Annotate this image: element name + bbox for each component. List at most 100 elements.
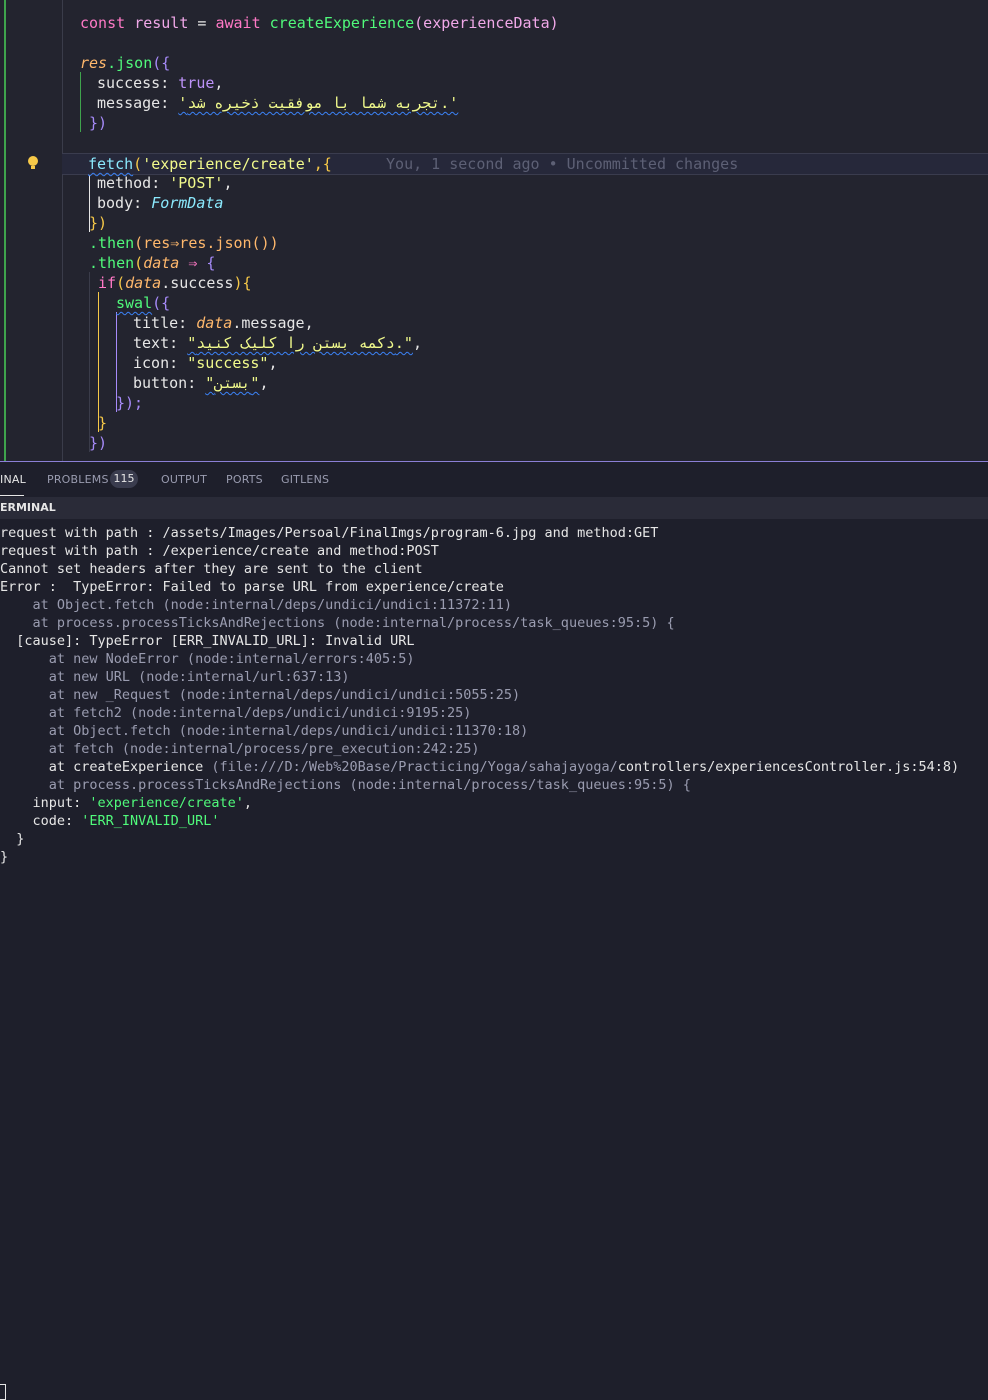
code-line: button: "بستن",	[133, 374, 269, 392]
code-line: text: "دکمه بستن را کلیک کنید.",	[133, 334, 422, 352]
code-line: if(data.success){	[98, 274, 252, 292]
lightbulb-icon[interactable]	[26, 155, 40, 171]
function-name: swal	[116, 294, 153, 312]
variable: res	[80, 54, 108, 72]
terminal-line: request with path : /assets/Images/Perso…	[0, 525, 659, 541]
code-line: const result = await createExperience(ex…	[80, 13, 559, 33]
string: 'experience/create'	[142, 155, 314, 173]
operator: =	[188, 14, 216, 32]
string-value: 'ERR_INVALID_URL'	[81, 813, 220, 829]
property-key: button	[133, 374, 188, 392]
code-editor[interactable]: const result = await createExperience(ex…	[0, 0, 988, 461]
code-line: })	[89, 113, 107, 133]
terminal-line: }	[0, 849, 9, 865]
terminal-line: at Object.fetch (node:internal/deps/undi…	[0, 597, 513, 613]
tab-output[interactable]: OUTPUT	[161, 473, 207, 486]
property-key: success	[97, 74, 161, 92]
file-path: (file:///D:/Web%20Base/Practicing/Yoga/s…	[211, 759, 618, 775]
property-key: message	[97, 94, 161, 112]
terminal-header: ERMINAL	[0, 497, 988, 519]
terminal-line: at new URL (node:internal/url:637:13)	[0, 669, 350, 685]
tab-ports[interactable]: PORTS	[226, 473, 263, 486]
code-line: }	[98, 413, 107, 433]
terminal-line: }	[0, 831, 25, 847]
string: 'POST'	[169, 174, 224, 192]
property-key: body	[97, 194, 134, 212]
terminal-line: request with path : /experience/create a…	[0, 543, 439, 559]
code-line: message: 'تجربه شما با موفقیت ذخیره شد.'	[97, 94, 459, 112]
property-key: code:	[0, 813, 82, 829]
callback: (res⇒res.json())	[134, 234, 279, 252]
terminal-line: Error : TypeError: Failed to parse URL f…	[0, 579, 504, 595]
terminal-line: at Object.fetch (node:internal/deps/undi…	[0, 723, 529, 739]
terminal-line: at createExperience (file:///D:/Web%20Ba…	[0, 758, 959, 776]
parameter: data	[143, 254, 180, 272]
class-name: FormData	[151, 194, 224, 212]
keyword: const	[80, 14, 126, 32]
property: .message,	[232, 314, 314, 332]
code-line: })	[89, 433, 107, 453]
argument: (experienceData)	[414, 14, 559, 32]
file-path-tail[interactable]: controllers/experiencesController.js:54:…	[618, 759, 959, 775]
arrow-operator: ⇒	[188, 254, 198, 272]
string: "بستن"	[205, 374, 260, 392]
property: .success	[161, 274, 234, 292]
terminal-cursor	[0, 1384, 6, 1400]
property-key: icon	[133, 354, 170, 372]
stack-frame: at createExperience	[0, 759, 204, 775]
bracket: ({	[152, 54, 171, 72]
terminal-line: input: 'experience/create',	[0, 794, 252, 812]
current-line: fetch('experience/create',{ You, 1 secon…	[62, 153, 988, 175]
git-blame-annotation: You, 1 second ago • Uncommitted changes	[386, 155, 739, 173]
terminal-line: at fetch (node:internal/process/pre_exec…	[0, 741, 480, 757]
problems-count-badge: 115	[110, 470, 138, 488]
code-line: icon: "success",	[133, 354, 278, 372]
active-tab-indicator	[0, 495, 24, 496]
string: 'تجربه شما با موفقیت ذخیره شد.'	[178, 94, 459, 112]
code-line: title: data.message,	[133, 314, 314, 332]
variable: data	[196, 314, 233, 332]
method: .then	[89, 234, 135, 252]
code-line: .then(data ⇒ {	[89, 254, 216, 272]
panel-tab-bar: INAL PROBLEMS 115 OUTPUT PORTS GITLENS	[0, 461, 988, 497]
bracket: }	[98, 414, 108, 432]
terminal-line: at new _Request (node:internal/deps/undi…	[0, 687, 521, 703]
git-change-bar	[4, 0, 6, 461]
function-name: createExperience	[269, 14, 415, 32]
bracket: ,{	[313, 155, 332, 173]
tab-problems[interactable]: PROBLEMS	[47, 473, 109, 486]
indent-guide	[80, 72, 81, 132]
code-line: method: 'POST',	[97, 174, 233, 192]
indent-guide	[62, 0, 63, 461]
terminal-line: at process.processTicksAndRejections (no…	[0, 777, 691, 793]
string: "success"	[187, 354, 269, 372]
bracket: })	[89, 114, 108, 132]
terminal-line: at new NodeError (node:internal/errors:4…	[0, 651, 415, 667]
tab-terminal[interactable]: INAL	[0, 473, 26, 486]
terminal-line: code: 'ERR_INVALID_URL'	[0, 812, 220, 830]
method: .json	[107, 54, 153, 72]
tab-gitlens[interactable]: GITLENS	[281, 473, 329, 486]
boolean: true	[178, 74, 215, 92]
bracket: })	[89, 434, 108, 452]
function-name: fetch	[88, 155, 134, 173]
property-key: method	[97, 174, 152, 192]
code-line: body: FormData	[97, 194, 224, 212]
indent-guide	[89, 272, 90, 452]
code-line: })	[89, 213, 107, 233]
punctuation: ,	[243, 795, 252, 811]
bracket: })	[89, 214, 108, 232]
terminal-output[interactable]: request with path : /assets/Images/Perso…	[0, 519, 988, 1400]
method: .then	[89, 254, 135, 272]
indent-guide	[98, 292, 99, 432]
variable: data	[125, 274, 162, 292]
terminal-line: [cause]: TypeError [ERR_INVALID_URL]: In…	[0, 633, 415, 649]
property-key: title	[133, 314, 179, 332]
code-line: success: true,	[97, 74, 224, 92]
terminal-line: at fetch2 (node:internal/deps/undici/und…	[0, 705, 472, 721]
keyword: if	[98, 274, 117, 292]
string-value: 'experience/create'	[89, 795, 244, 811]
string: "دکمه بستن را کلیک کنید."	[187, 334, 413, 352]
bracket: });	[116, 394, 144, 412]
property-key: input:	[0, 795, 90, 811]
